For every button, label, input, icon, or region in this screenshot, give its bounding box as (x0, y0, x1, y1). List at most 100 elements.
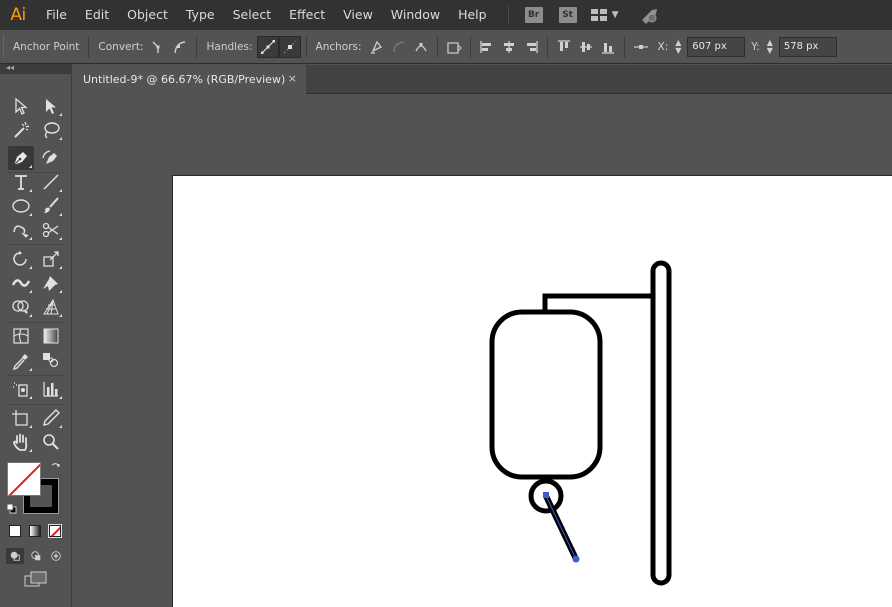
magic-wand-tool[interactable] (8, 118, 34, 142)
magic-wand-icon (14, 121, 30, 138)
align-right-icon (526, 40, 538, 53)
tools-panel-collapse-bar[interactable]: ◂◂ (0, 63, 72, 74)
perspective-grid-tool[interactable] (38, 295, 64, 319)
shape-builder-tool[interactable] (8, 295, 34, 319)
cut-path-at-anchor-button[interactable] (410, 36, 432, 58)
column-graph-icon (43, 382, 58, 397)
x-stepper[interactable]: ▲ ▼ (672, 38, 684, 55)
hand-tool[interactable] (8, 430, 34, 454)
magnifier-icon (43, 434, 59, 450)
shaper-icon (13, 225, 29, 238)
y-stepper[interactable]: ▲ ▼ (764, 38, 776, 55)
isolate-mask-button[interactable] (443, 36, 465, 58)
pen-nib-icon (13, 152, 27, 166)
swap-fill-stroke-icon[interactable] (50, 461, 62, 473)
draw-behind-icon[interactable] (30, 550, 42, 562)
none-mode-button[interactable] (48, 524, 62, 538)
y-input[interactable]: 578 px (778, 36, 837, 57)
type-tool[interactable] (8, 170, 34, 194)
anchors-label: Anchors: (315, 40, 362, 53)
eyedropper-tool[interactable] (8, 349, 34, 373)
slice-tool[interactable] (38, 406, 64, 430)
scissors-icon (42, 222, 59, 238)
close-icon[interactable]: × (288, 72, 297, 85)
align-top-button[interactable] (553, 36, 575, 58)
curvature-tool[interactable] (38, 146, 64, 170)
zoom-tool[interactable] (38, 430, 64, 454)
menu-window[interactable]: Window (382, 0, 449, 30)
divider (196, 35, 198, 58)
menu-select[interactable]: Select (224, 0, 281, 30)
document-tab-title: Untitled-9* @ 66.67% (RGB/Preview) (83, 73, 286, 86)
align-left-button[interactable] (476, 36, 498, 58)
pen-minus-icon (370, 40, 382, 54)
align-left-icon (479, 40, 491, 53)
workspace-switcher[interactable]: ▼ (590, 9, 619, 21)
menu-help[interactable]: Help (449, 0, 496, 30)
align-bottom-button[interactable] (597, 36, 619, 58)
align-bottom-icon (601, 42, 614, 54)
default-fill-stroke-icon[interactable] (6, 503, 18, 515)
convert-smooth-icon (174, 40, 186, 53)
selection-tool[interactable] (8, 94, 34, 118)
scale-tool[interactable] (38, 247, 64, 271)
screen-mode-icon[interactable] (24, 571, 48, 589)
convert-to-corner-button[interactable] (147, 36, 169, 58)
column-graph-tool[interactable] (38, 377, 64, 401)
x-input[interactable]: 607 px (687, 36, 746, 57)
paintbrush-tool[interactable] (38, 194, 64, 218)
puppet-warp-tool[interactable] (38, 271, 64, 295)
lasso-tool[interactable] (38, 118, 64, 142)
blend-tool[interactable] (38, 349, 64, 373)
hide-handles-button[interactable] (278, 35, 301, 58)
width-tool-icon (11, 279, 31, 287)
pen-tool[interactable] (8, 146, 34, 170)
gradient-mode-button[interactable] (29, 525, 41, 537)
gpu-performance-icon[interactable] (639, 6, 661, 24)
width-tool[interactable] (8, 271, 34, 295)
align-vertical-center-button[interactable] (575, 36, 597, 58)
tools-divider (8, 375, 64, 376)
remove-anchor-button[interactable] (366, 36, 388, 58)
shaper-tool[interactable] (8, 218, 34, 242)
gradient-tool[interactable] (38, 324, 64, 348)
line-segment-tool[interactable] (38, 170, 64, 194)
align-horizontal-center-button[interactable] (498, 36, 520, 58)
connect-path-icon (392, 40, 404, 52)
menu-view[interactable]: View (334, 0, 382, 30)
menu-file[interactable]: File (36, 0, 76, 30)
main-menu: File Edit Object Type Select Effect View… (36, 0, 496, 30)
paintbrush-icon (44, 197, 59, 213)
menu-effect[interactable]: Effect (280, 0, 334, 30)
reference-point-button[interactable] (630, 36, 652, 58)
draw-inside-icon[interactable] (50, 550, 62, 562)
document-tab[interactable]: Untitled-9* @ 66.67% (RGB/Preview) × (74, 65, 306, 94)
menu-bar: Ai File Edit Object Type Select Effect V… (0, 0, 892, 30)
document-tab-bar: Untitled-9* @ 66.67% (RGB/Preview) × (74, 65, 892, 94)
handles-label: Handles: (206, 40, 253, 53)
symbol-sprayer-tool[interactable] (8, 377, 34, 401)
menu-object[interactable]: Object (118, 0, 177, 30)
direct-selection-tool[interactable] (38, 94, 64, 118)
convert-corner-icon (152, 41, 160, 53)
scissors-tool[interactable] (38, 218, 64, 242)
stock-button[interactable]: St (558, 7, 577, 23)
artboard[interactable] (172, 175, 892, 607)
rotate-tool[interactable] (8, 247, 34, 271)
mesh-tool[interactable] (8, 324, 34, 348)
ellipse-tool[interactable] (8, 194, 34, 218)
bridge-button[interactable]: Br (524, 7, 543, 23)
color-mode-button[interactable] (9, 525, 21, 537)
convert-to-smooth-button[interactable] (169, 36, 191, 58)
divider (546, 35, 548, 58)
show-handles-button[interactable] (256, 35, 279, 58)
artboard-tool[interactable] (8, 406, 34, 430)
connect-anchors-button[interactable] (388, 36, 410, 58)
fill-swatch-front[interactable] (7, 462, 41, 496)
menu-type[interactable]: Type (177, 0, 224, 30)
align-right-button[interactable] (520, 36, 542, 58)
menu-edit[interactable]: Edit (76, 0, 118, 30)
draw-normal-button[interactable] (6, 548, 24, 564)
control-bar: Anchor Point Convert: Handles: Anchors: (0, 30, 892, 64)
none-slash-icon (8, 463, 40, 495)
